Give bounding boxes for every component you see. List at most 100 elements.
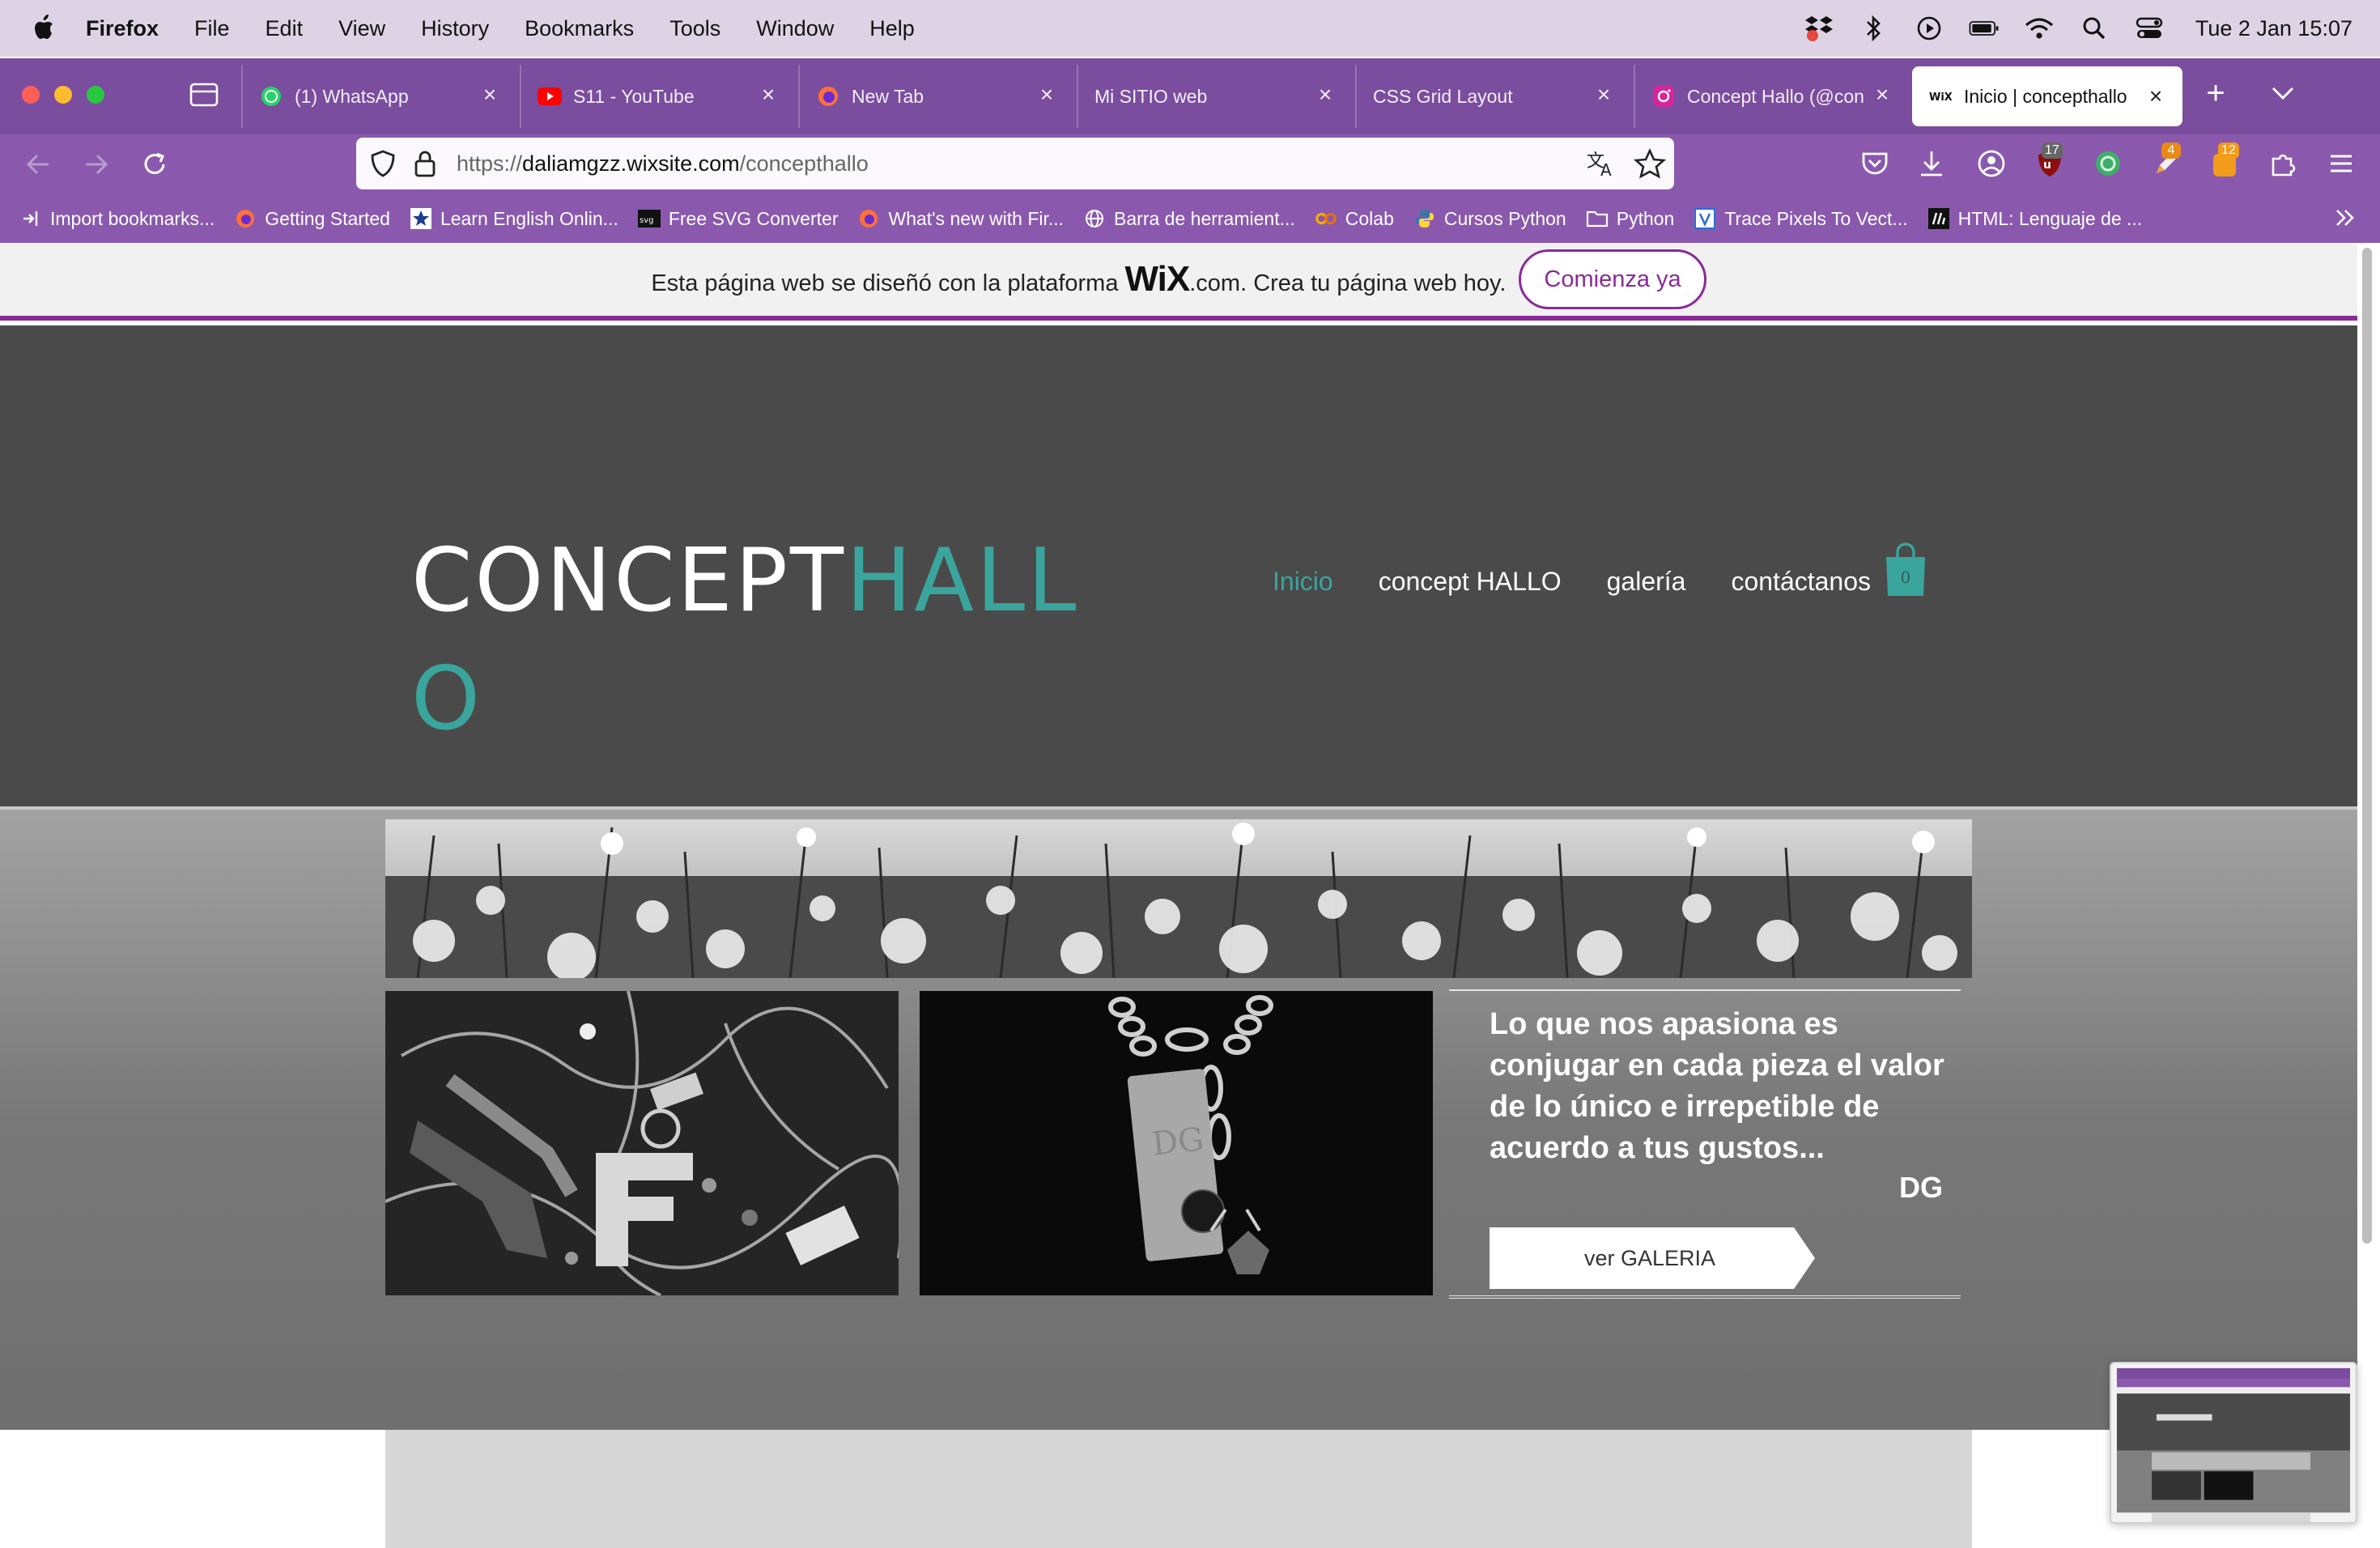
dandelion-field-image xyxy=(385,819,1972,978)
menu-edit[interactable]: Edit xyxy=(266,16,304,41)
pocket-icon[interactable] xyxy=(1859,147,1891,180)
tab-label: CSS Grid Layout xyxy=(1373,85,1513,107)
apple-icon[interactable] xyxy=(31,13,55,42)
close-icon[interactable]: × xyxy=(1035,83,1059,107)
menubar-clock[interactable]: Tue 2 Jan 15:07 xyxy=(2195,16,2352,41)
site-nav: Inicio concept HALLO galería contáctanos xyxy=(1273,567,1916,597)
close-icon[interactable]: × xyxy=(2144,84,2168,108)
tab-label: (1) WhatsApp xyxy=(295,85,409,107)
bookmark-label: Trace Pixels To Vect... xyxy=(1724,207,1908,229)
lock-icon[interactable] xyxy=(413,149,437,178)
window-preview-thumbnail[interactable] xyxy=(2110,1362,2357,1524)
site-logo[interactable]: CONCEPTHALL xyxy=(411,538,1078,625)
dropbox-icon[interactable] xyxy=(1804,13,1834,44)
bluetooth-icon[interactable] xyxy=(1859,13,1889,44)
account-icon[interactable] xyxy=(1975,147,2008,180)
wifi-icon[interactable] xyxy=(2024,13,2055,44)
svg-text:svg: svg xyxy=(640,216,653,225)
extension-badge: 17 xyxy=(2042,142,2063,159)
bookmark-label: Getting Started xyxy=(265,207,390,229)
menu-history[interactable]: History xyxy=(421,16,489,41)
tab-label: Inicio | concepthallo xyxy=(1964,85,2127,107)
url-path: /concepthallo xyxy=(739,151,869,176)
url-host: daliamgzz.wixsite.com xyxy=(522,151,740,176)
tab-whatsapp[interactable]: (1) WhatsApp × xyxy=(241,65,516,128)
nav-galeria[interactable]: galería xyxy=(1607,567,1686,597)
now-playing-icon[interactable] xyxy=(1914,13,1944,44)
chevron-double-right-icon[interactable] xyxy=(2333,206,2357,230)
vector-icon xyxy=(1694,207,1716,230)
wix-logo: WiX xyxy=(1124,259,1191,299)
menu-bookmarks[interactable]: Bookmarks xyxy=(525,16,634,41)
scrollbar-thumb[interactable] xyxy=(2362,248,2372,1244)
wix-banner-text: Esta página web se diseñó con la platafo… xyxy=(651,259,1506,300)
address-bar[interactable]: https://daliamgzz.wixsite.com/concepthal… xyxy=(356,138,1674,189)
bookmark-free-svg-converter[interactable]: svg Free SVG Converter xyxy=(637,207,838,230)
firefox-icon xyxy=(234,207,257,230)
window-close-button[interactable] xyxy=(22,86,40,104)
start-now-button[interactable]: Comienza ya xyxy=(1519,249,1706,309)
menu-app-firefox[interactable]: Firefox xyxy=(86,16,159,41)
view-gallery-button[interactable]: ver GALERIA xyxy=(1490,1227,1815,1289)
bookmark-cursos-python[interactable]: Cursos Python xyxy=(1413,207,1566,230)
back-arrow-icon[interactable] xyxy=(23,149,53,180)
close-icon[interactable]: × xyxy=(756,83,780,107)
bookmark-label: Barra de herramient... xyxy=(1114,207,1295,229)
close-icon[interactable]: × xyxy=(1313,83,1337,107)
shopping-bag-icon[interactable]: 0 xyxy=(1883,542,1928,598)
bookmark-colab[interactable]: Colab xyxy=(1315,207,1394,230)
bookmark-trace-pixels[interactable]: Trace Pixels To Vect... xyxy=(1694,207,1908,230)
svg-text:WiX: WiX xyxy=(1929,91,1952,104)
bookmark-getting-started[interactable]: Getting Started xyxy=(234,207,390,230)
nav-inicio[interactable]: Inicio xyxy=(1273,567,1333,597)
tab-active-concepthallo[interactable]: WiX Inicio | concepthallo × xyxy=(1912,66,2182,126)
battery-icon[interactable] xyxy=(1969,13,2000,44)
window-fullscreen-button[interactable] xyxy=(87,86,104,104)
hamburger-menu-icon[interactable] xyxy=(2325,147,2357,180)
svg-text:u: u xyxy=(2043,159,2051,172)
firefox-view-icon[interactable] xyxy=(188,81,220,108)
bookmarks-toolbar: Import bookmarks... Getting Started Lear… xyxy=(0,194,2380,243)
close-icon[interactable]: × xyxy=(478,83,502,107)
close-icon[interactable]: × xyxy=(1592,83,1616,107)
reload-icon[interactable] xyxy=(139,149,170,180)
bookmark-mdn-html[interactable]: HTML: Lenguaje de ... xyxy=(1927,207,2142,230)
tab-youtube[interactable]: S11 - YouTube × xyxy=(520,65,795,128)
star-icon xyxy=(410,207,432,230)
pendant-necklace-photo: DG xyxy=(920,991,1433,1295)
url-text[interactable]: https://daliamgzz.wixsite.com/concepthal… xyxy=(457,151,869,176)
logo-text-wrap: O xyxy=(411,649,481,750)
tab-mi-sitio-web[interactable]: Mi SITIO web × xyxy=(1077,65,1352,128)
bookmark-star-icon[interactable] xyxy=(1634,147,1666,180)
menu-tools[interactable]: Tools xyxy=(669,16,720,41)
menu-help[interactable]: Help xyxy=(869,16,915,41)
tab-new-tab[interactable]: New Tab × xyxy=(798,65,1073,128)
forward-arrow-icon[interactable] xyxy=(81,149,112,180)
translate-icon[interactable]: 文A xyxy=(1587,149,1617,178)
menu-window[interactable]: Window xyxy=(756,16,834,41)
colab-icon xyxy=(1315,207,1337,230)
bookmark-barra-de-herramientas[interactable]: Barra de herramient... xyxy=(1083,207,1295,230)
bookmark-import[interactable]: Import bookmarks... xyxy=(19,207,215,230)
chevron-down-icon[interactable] xyxy=(2268,81,2297,105)
bookmark-learn-english[interactable]: Learn English Onlin... xyxy=(410,207,618,230)
firefox-icon xyxy=(816,84,840,108)
spotlight-search-icon[interactable] xyxy=(2079,13,2110,44)
new-tab-button[interactable]: + xyxy=(2202,77,2229,109)
close-icon[interactable]: × xyxy=(1870,83,1894,107)
wix-icon: WiX xyxy=(1928,84,1953,108)
nav-contactanos[interactable]: contáctanos xyxy=(1731,567,1871,597)
bookmark-whats-new-firefox[interactable]: What's new with Fir... xyxy=(857,207,1064,230)
sync-extension-icon[interactable] xyxy=(2092,147,2124,180)
control-center-icon[interactable] xyxy=(2134,13,2165,44)
nav-concept-hallo[interactable]: concept HALLO xyxy=(1379,567,1562,597)
extensions-puzzle-icon[interactable] xyxy=(2267,147,2299,180)
bookmark-folder-python[interactable]: Python xyxy=(1586,207,1674,230)
menu-file[interactable]: File xyxy=(194,16,230,41)
tab-css-grid-layout[interactable]: CSS Grid Layout × xyxy=(1355,65,1630,128)
menu-view[interactable]: View xyxy=(338,16,385,41)
download-icon[interactable] xyxy=(1915,147,1948,180)
shield-icon[interactable] xyxy=(369,149,397,178)
tab-instagram[interactable]: Concept Hallo (@con × xyxy=(1634,65,1909,128)
window-minimize-button[interactable] xyxy=(54,86,72,104)
